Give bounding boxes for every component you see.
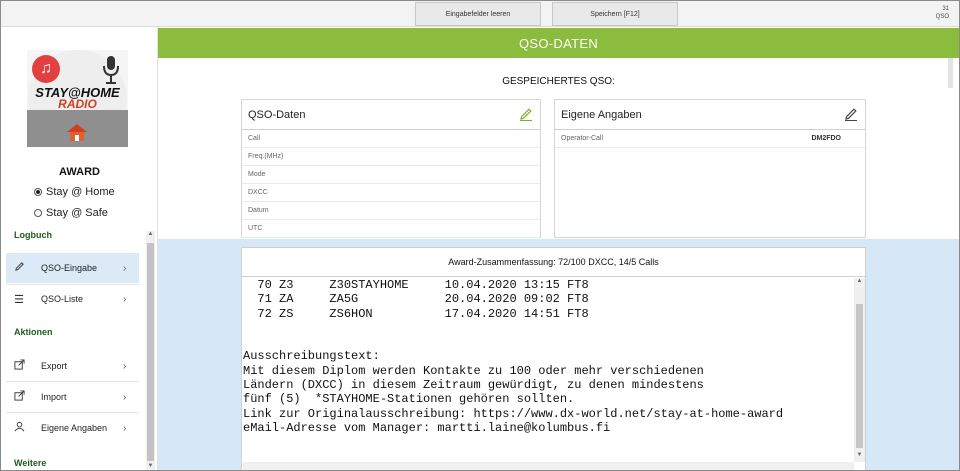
own-data-card: Eigene Angaben Operator-Call DM2FDO [554,99,866,238]
field-row-operator-call[interactable]: Operator-Call DM2FDO [555,130,865,148]
field-row-mode[interactable]: Mode [242,166,540,184]
export-icon [6,359,32,373]
qso-counter-value: 31 [942,6,949,12]
pencil-icon [6,261,32,275]
top-toolbar: Eingabefelder leeren Speichern [F12] 31 … [1,1,959,27]
chevron-right-icon: › [123,391,127,403]
qso-counter-label: QSO [935,14,949,20]
radio-stay-at-safe[interactable]: Stay @ Safe [34,207,108,219]
scrollbar-thumb[interactable] [147,243,154,461]
music-note-icon: ♫ [32,55,60,83]
field-label: Mode [248,171,266,178]
nav-label: QSO-Liste [41,294,84,304]
field-row-call[interactable]: Call [242,130,540,148]
award-log-line [243,321,854,335]
sidebar-scrollbar[interactable]: ▲ ▼ [146,231,155,470]
award-log-line: Link zur Originalausschreibung: https://… [243,406,784,421]
app-window: Eingabefelder leeren Speichern [F12] 31 … [0,0,960,471]
clear-fields-button[interactable]: Eingabefelder leeren [415,2,541,26]
field-row-dxcc[interactable]: DXCC [242,184,540,202]
award-log-scrollbar[interactable]: ▲ ▼ [854,278,865,462]
award-log-line: 70 Z3 Z30STAYHOME 10.04.2020 13:15 FT8 [243,278,589,292]
field-label: Datum [248,207,269,214]
save-button[interactable]: Speichern [F12] [552,2,678,26]
radio-label: Stay @ Safe [46,207,108,219]
field-value: DM2FDO [811,135,841,142]
award-log-line: 72 ZS ZS6HON 17.04.2020 14:51 FT8 [243,306,589,321]
field-row-freq[interactable]: Freq.(MHz) [242,148,540,166]
field-label: UTC [248,225,263,232]
section-aktionen: Aktionen [14,327,53,337]
radio-stay-at-home[interactable]: Stay @ Home [34,186,115,198]
qso-counter: 31 QSO [936,5,949,21]
field-row-utc[interactable]: UTC [242,220,540,238]
saved-qso-heading: GESPEICHERTES QSO: [502,76,615,87]
card-title: QSO-Daten [248,108,306,121]
radio-label: Stay @ Home [46,186,115,198]
scroll-up-arrow-icon[interactable]: ▲ [854,278,865,288]
nav-label: QSO-Eingabe [41,263,98,273]
nav-label: Import [41,392,67,402]
award-summary-title: Award-Zusammenfassung: 72/100 DXCC, 14/5… [242,248,865,277]
field-label: DXCC [248,189,268,196]
field-row-datum[interactable]: Datum [242,202,540,220]
award-log-line: Mit diesem Diplom werden Kontakte zu 100… [243,363,704,378]
award-log-line: fünf (5) *STAYHOME-Stationen gehören sol… [243,392,575,407]
field-label: Call [248,135,261,142]
nav-label: Eigene Angaben [41,423,108,433]
user-icon [6,421,32,435]
scroll-down-arrow-icon[interactable]: ▼ [146,463,155,470]
chevron-right-icon: › [123,293,127,305]
sidebar: ♫ STAY@HOME RADIO AWARD Stay @ Home Stay… [1,27,158,470]
scrollbar-thumb[interactable] [856,304,863,448]
qso-data-card: QSO-Daten Call Freq.(MHz) Mode DXCC Datu… [241,99,541,238]
nav-qso-eingabe[interactable]: QSO-Eingabe › [6,253,139,283]
nav-export[interactable]: Export › [6,351,139,381]
award-log-line: Ländern (DXCC) in diesem Zeitraum gewürd… [243,378,704,393]
award-log-line: Ausschreibungstext: [243,349,380,364]
radio-selected-icon [34,188,42,196]
chevron-right-icon: › [123,360,127,372]
card-header: QSO-Daten [242,100,540,130]
page-title: QSO-DATEN [158,28,959,58]
stay-at-home-radio-logo: ♫ STAY@HOME RADIO [27,50,128,147]
section-weitere: Weitere [14,458,47,468]
chevron-right-icon: › [123,262,127,274]
nav-import[interactable]: Import › [6,382,139,412]
main-panel: QSO-DATEN GESPEICHERTES QSO: QSO-Daten C… [158,27,959,470]
field-label: Operator-Call [561,135,604,142]
house-icon [67,124,87,141]
scroll-up-arrow-icon[interactable]: ▲ [146,231,155,240]
award-log-horizontal-scrollbar[interactable] [243,462,854,470]
edit-pencil-icon[interactable] [518,106,534,122]
radio-unselected-icon [34,209,42,217]
nav-label: Export [41,361,68,371]
award-summary-card: Award-Zusammenfassung: 72/100 DXCC, 14/5… [241,247,866,470]
nav-qso-liste[interactable]: ☰ QSO-Liste › [6,284,139,314]
award-title: AWARD [59,166,100,178]
edit-pencil-icon[interactable] [843,106,859,122]
section-logbuch: Logbuch [14,230,52,240]
award-log-text[interactable]: 70 Z3 Z30STAYHOME 10.04.2020 13:15 FT8 7… [243,278,854,462]
logo-text-radio: RADIO [58,97,97,111]
award-log-line: eMail-Adresse vom Manager: martti.laine@… [243,420,611,435]
nav-eigene-angaben[interactable]: Eigene Angaben › [6,413,139,443]
card-header: Eigene Angaben [555,100,865,130]
scroll-down-arrow-icon[interactable]: ▼ [854,452,865,462]
award-log-line: 71 ZA ZA5G 20.04.2020 09:02 FT8 [243,292,589,307]
card-title: Eigene Angaben [561,108,642,121]
chevron-right-icon: › [123,422,127,434]
list-icon: ☰ [14,293,24,306]
award-log-line [243,335,854,349]
field-label: Freq.(MHz) [248,153,284,160]
microphone-icon [103,56,119,84]
import-icon [6,390,32,404]
